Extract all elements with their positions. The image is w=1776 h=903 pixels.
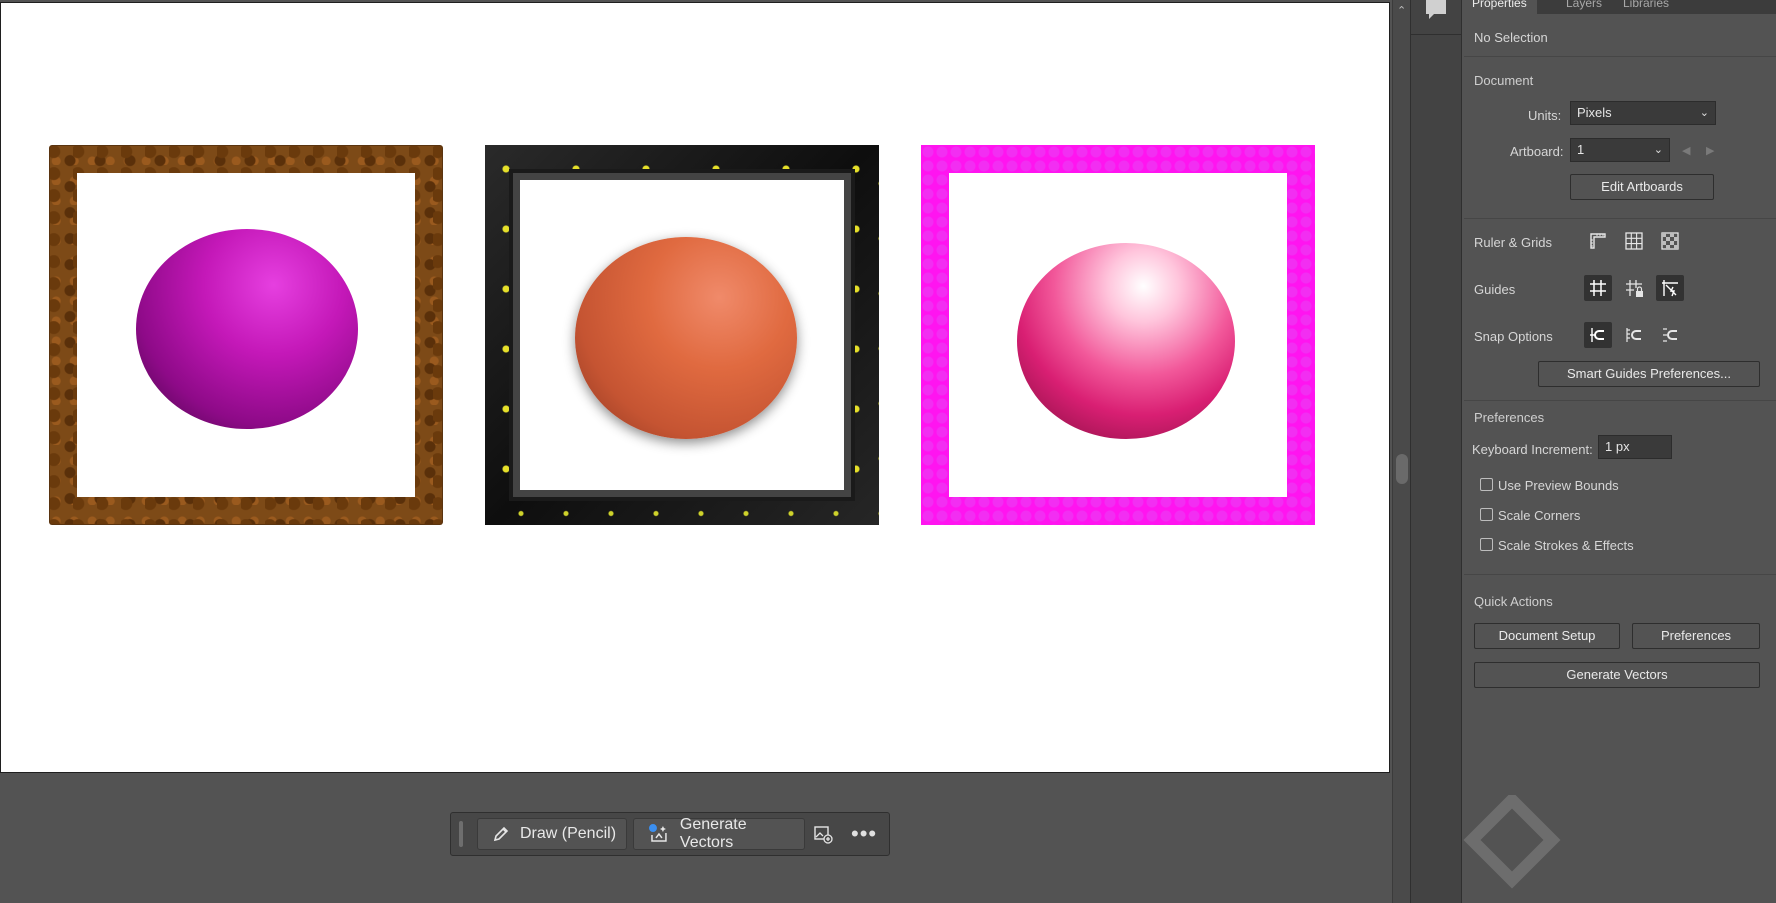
panel-tabs: Properties Layers Libraries [1462, 0, 1776, 14]
purple-sphere[interactable] [136, 229, 358, 429]
canvas-area[interactable]: Draw (Pencil) Generate Vectors ••• [0, 0, 1392, 903]
watermark-logo [1463, 795, 1561, 889]
keyboard-increment-field[interactable]: 1 px [1598, 435, 1672, 459]
use-preview-bounds-checkbox[interactable] [1480, 478, 1493, 491]
snap-to-pixel-icon[interactable] [1620, 322, 1648, 348]
artboard-field[interactable]: 1 ⌄ [1570, 138, 1670, 162]
draw-pencil-label: Draw (Pencil) [520, 825, 617, 842]
smart-guides-preferences-button[interactable]: Smart Guides Preferences... [1538, 361, 1760, 387]
divider [1464, 574, 1776, 575]
generate-vectors-icon [648, 824, 667, 842]
document-header: Document [1474, 73, 1534, 88]
vertical-scrollbar[interactable]: ⌃ [1392, 0, 1411, 903]
pink-sphere[interactable] [1017, 243, 1235, 439]
units-value: Pixels [1577, 105, 1612, 120]
scale-strokes-effects-label: Scale Strokes & Effects [1498, 538, 1634, 553]
rail-divider [1411, 34, 1461, 35]
smart-guides-icon[interactable] [1656, 275, 1684, 301]
keyboard-increment-value: 1 px [1605, 439, 1630, 454]
units-label: Units: [1528, 108, 1562, 123]
frame-inner-pink [949, 173, 1287, 497]
frame-inner-dark [513, 173, 851, 497]
use-preview-bounds-label: Use Preview Bounds [1498, 478, 1619, 493]
taskbar-grip-handle[interactable] [459, 821, 463, 847]
guides-label: Guides [1474, 282, 1516, 297]
document-setup-button[interactable]: Document Setup [1474, 623, 1620, 649]
preferences-button[interactable]: Preferences [1632, 623, 1760, 649]
lock-guides-icon[interactable] [1620, 275, 1648, 301]
artboard-value: 1 [1577, 142, 1585, 157]
guides-icon[interactable] [1584, 275, 1612, 301]
edit-artboards-button[interactable]: Edit Artboards [1570, 174, 1714, 200]
scrollbar-thumb[interactable] [1396, 454, 1408, 484]
comment-icon[interactable] [1425, 0, 1447, 24]
more-icon[interactable]: ••• [851, 821, 877, 847]
scroll-up-arrow-icon[interactable]: ⌃ [1397, 4, 1406, 17]
rulers-icon[interactable] [1584, 228, 1612, 254]
right-icon-rail [1410, 0, 1462, 903]
draw-pencil-button[interactable]: Draw (Pencil) [477, 818, 627, 850]
generate-vectors-taskbar-label: Generate Vectors [679, 816, 747, 851]
wood-frame[interactable] [49, 145, 443, 525]
divider [1464, 400, 1776, 401]
quick-actions-header: Quick Actions [1474, 594, 1553, 609]
dark-frame[interactable] [485, 145, 879, 525]
grid-icon[interactable] [1620, 228, 1648, 254]
contextual-taskbar: Draw (Pencil) Generate Vectors ••• [450, 812, 890, 856]
snap-options-label: Snap Options [1474, 329, 1553, 344]
previous-artboard-icon[interactable]: ◀ [1682, 144, 1690, 157]
tab-libraries[interactable]: Libraries [1613, 0, 1679, 14]
pencil-icon [493, 826, 509, 842]
properties-panel: Properties Layers Libraries No Selection… [1462, 0, 1776, 903]
preferences-header: Preferences [1474, 410, 1545, 425]
image-add-icon[interactable] [813, 824, 833, 844]
tab-properties[interactable]: Properties [1462, 0, 1537, 14]
keyboard-increment-label: Keyboard Increment: [1472, 442, 1593, 457]
pink-frame[interactable] [921, 145, 1315, 525]
scale-strokes-effects-checkbox[interactable] [1480, 538, 1493, 551]
orange-sphere[interactable] [575, 237, 797, 439]
generate-vectors-button[interactable]: Generate Vectors [1474, 662, 1760, 688]
generate-vectors-taskbar-button[interactable]: Generate Vectors [633, 816, 805, 851]
no-selection-label: No Selection [1474, 30, 1548, 45]
divider [1464, 56, 1776, 57]
snap-to-point-icon[interactable] [1584, 322, 1612, 348]
artboard[interactable] [0, 2, 1390, 773]
scale-corners-checkbox[interactable] [1480, 508, 1493, 521]
transparency-grid-icon[interactable] [1656, 228, 1684, 254]
frame-inner-wood [77, 173, 415, 497]
next-artboard-icon[interactable]: ▶ [1706, 144, 1714, 157]
chevron-down-icon[interactable]: ⌄ [1654, 139, 1663, 161]
snap-to-glyph-icon[interactable] [1656, 322, 1684, 348]
scale-corners-label: Scale Corners [1498, 508, 1581, 523]
tab-layers[interactable]: Layers [1556, 0, 1612, 14]
divider [1464, 218, 1776, 219]
units-dropdown[interactable]: Pixels ⌄ [1570, 101, 1716, 125]
chevron-down-icon: ⌄ [1699, 107, 1709, 119]
artboard-label: Artboard: [1510, 144, 1564, 159]
ruler-grids-label: Ruler & Grids [1474, 235, 1553, 250]
